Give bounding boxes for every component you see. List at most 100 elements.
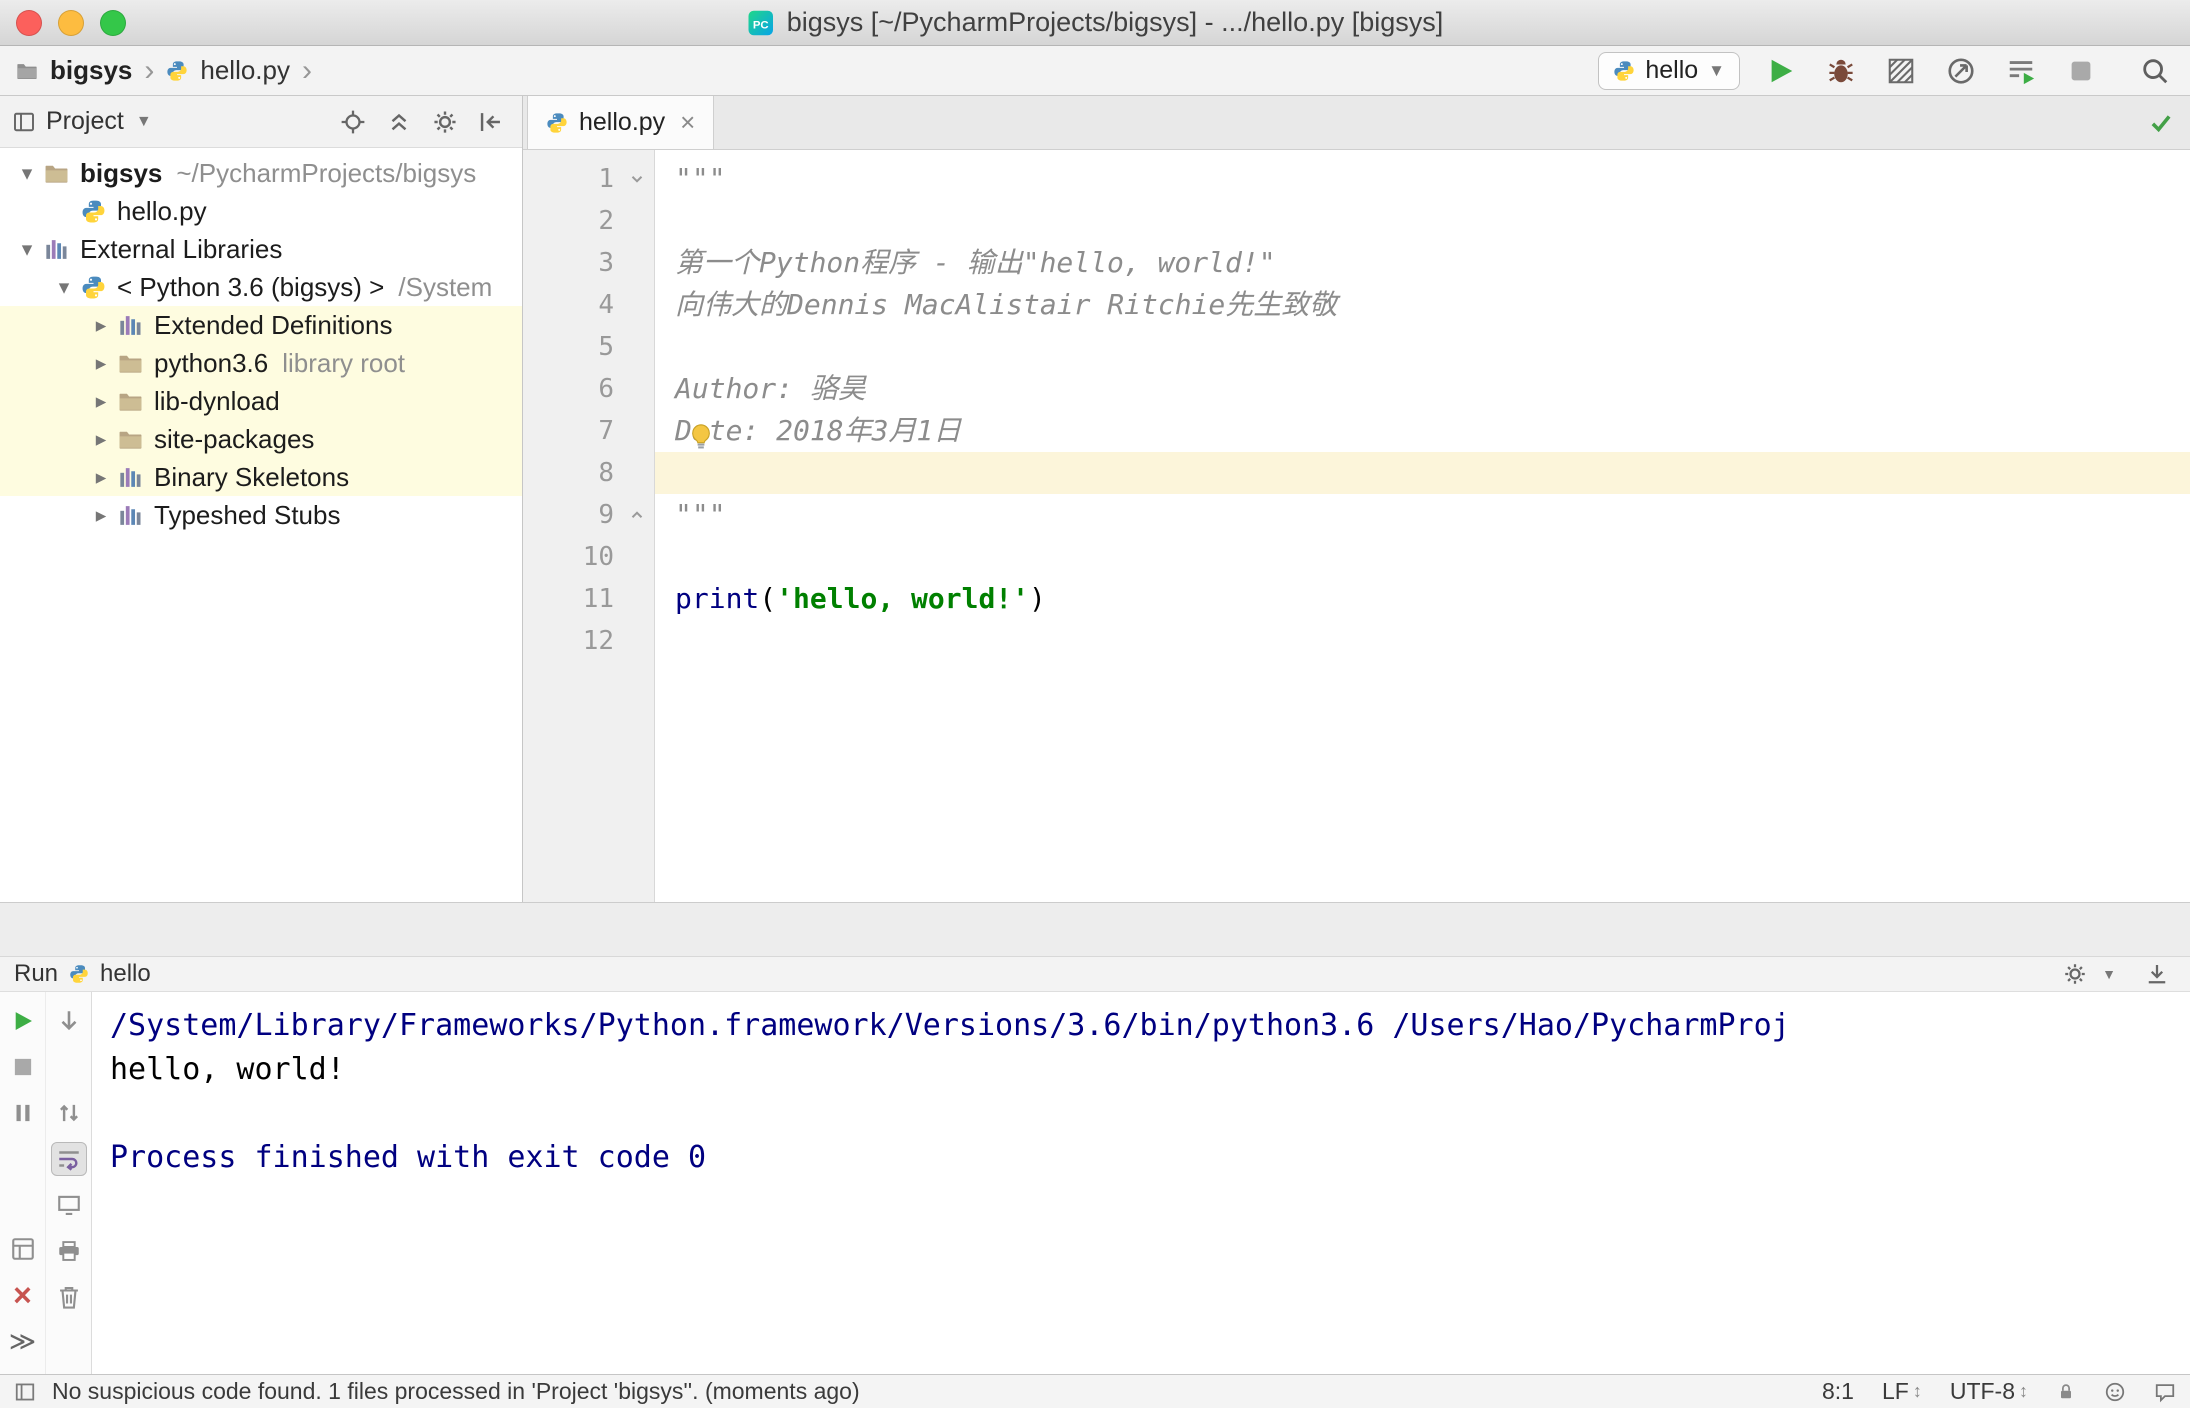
collapse-all-button[interactable]	[380, 103, 418, 141]
profiler-button[interactable]	[1942, 52, 1980, 90]
lock-icon[interactable]	[2056, 1382, 2076, 1402]
run-button[interactable]	[1762, 52, 1800, 90]
line-separator-indicator[interactable]: LF ↕	[1882, 1378, 1922, 1405]
stop-process-button[interactable]	[5, 1050, 41, 1084]
minimize-window-button[interactable]	[58, 9, 84, 36]
code-line-6[interactable]: Author: 骆昊	[655, 368, 2190, 410]
dock-panel-button[interactable]	[2138, 955, 2176, 993]
tree-item-python3-6[interactable]: ▸ python3.6 library root	[0, 344, 522, 382]
tab-label: hello.py	[579, 108, 666, 136]
line-number: 7	[598, 416, 614, 446]
tree-collapsed-arrow-icon[interactable]: ▸	[84, 427, 118, 452]
code-line-12[interactable]	[655, 620, 2190, 662]
folder-icon	[44, 161, 69, 186]
zoom-window-button[interactable]	[100, 9, 126, 36]
run-panel-header: Run hello ▼	[0, 956, 2190, 992]
python-icon	[1613, 60, 1635, 82]
tree-item-hello-py[interactable]: hello.py	[0, 192, 522, 230]
run-settings-button[interactable]	[2056, 955, 2094, 993]
breadcrumb-project[interactable]: bigsys	[50, 55, 132, 86]
run-with-console-button[interactable]	[2002, 52, 2040, 90]
scroll-down-icon	[56, 1008, 82, 1034]
editor-code[interactable]: """ 第一个Python程序 - 输出"hello, world!" 向伟大的De…	[655, 150, 2190, 902]
encoding-indicator[interactable]: UTF-8 ↕	[1950, 1378, 2028, 1405]
debug-button[interactable]	[1822, 52, 1860, 90]
stop-icon	[10, 1054, 36, 1080]
print-button[interactable]	[51, 1234, 87, 1268]
tree-item-lib-dynload[interactable]: ▸ lib-dynload	[0, 382, 522, 420]
tree-collapsed-arrow-icon[interactable]: ▸	[84, 313, 118, 338]
tree-item-bigsys[interactable]: ▾ bigsys ~/PycharmProjects/bigsys	[0, 154, 522, 192]
tree-collapsed-arrow-icon[interactable]: ▸	[84, 389, 118, 414]
intention-bulb-icon[interactable]	[686, 422, 716, 452]
console-output[interactable]: /System/Library/Frameworks/Python.framew…	[92, 992, 2190, 1374]
selector-arrows-icon: ↕	[1912, 1381, 1922, 1401]
code-line-2[interactable]	[655, 200, 2190, 242]
run-panel-title[interactable]: Run	[14, 960, 58, 988]
scroll-down-button[interactable]	[51, 1004, 87, 1038]
navigation-bar: bigsys › hello.py › hello ▼	[0, 46, 2190, 96]
coverage-icon	[1886, 56, 1916, 86]
project-panel-title[interactable]: Project	[46, 107, 124, 136]
project-settings-button[interactable]	[426, 103, 464, 141]
more-options-button[interactable]: ≫	[5, 1324, 41, 1358]
soft-wrap-button[interactable]	[50, 1142, 87, 1176]
code-line-10[interactable]	[655, 536, 2190, 578]
tree-item-binary-skeletons[interactable]: ▸ Binary Skeletons	[0, 458, 522, 496]
tab-hello-py[interactable]: hello.py ×	[527, 96, 715, 149]
folder-icon	[118, 427, 143, 452]
tree-item-python-3-6-bigsys[interactable]: ▾ < Python 3.6 (bigsys) > /System	[0, 268, 522, 306]
code-line-5[interactable]	[655, 326, 2190, 368]
breadcrumb-file[interactable]: hello.py	[200, 55, 290, 86]
tree-item-label: External Libraries	[80, 233, 283, 264]
tree-item-site-packages[interactable]: ▸ site-packages	[0, 420, 522, 458]
tree-expanded-arrow-icon[interactable]: ▾	[10, 237, 44, 262]
close-window-button[interactable]	[16, 9, 42, 36]
code-line-11[interactable]: print('hello, world!')	[655, 578, 2190, 620]
code-line-1[interactable]: """	[655, 158, 2190, 200]
pause-output-button[interactable]	[5, 1096, 41, 1130]
python-icon	[69, 964, 89, 984]
toolwindow-switcher-icon[interactable]	[14, 1381, 36, 1403]
locate-icon	[340, 109, 366, 135]
locate-file-button[interactable]	[334, 103, 372, 141]
tree-collapsed-arrow-icon[interactable]: ▸	[84, 465, 118, 490]
fold-marker-icon[interactable]	[620, 506, 654, 524]
tree-expanded-arrow-icon[interactable]: ▾	[10, 161, 44, 186]
run-toolbar: hello ▼	[1598, 51, 2174, 90]
code-line-7[interactable]: Date: 2018年3月1日	[655, 410, 2190, 452]
show-console-button[interactable]	[51, 1188, 87, 1222]
restore-layout-button[interactable]	[5, 1232, 41, 1266]
library-icon	[118, 503, 143, 528]
code-line-8[interactable]	[655, 452, 2190, 494]
search-everywhere-button[interactable]	[2136, 52, 2174, 90]
fold-marker-icon[interactable]	[620, 170, 654, 188]
soft-wrap-icon	[56, 1146, 82, 1172]
caret-position-indicator[interactable]: 8:1	[1822, 1378, 1854, 1405]
tree-item-typeshed-stubs[interactable]: ▸ Typeshed Stubs	[0, 496, 522, 534]
hector-inspector-icon[interactable]	[2104, 1381, 2126, 1403]
run-configuration-select[interactable]: hello ▼	[1598, 51, 1740, 90]
stop-button[interactable]	[2062, 52, 2100, 90]
hide-panel-button[interactable]	[472, 103, 510, 141]
tree-collapsed-arrow-icon[interactable]: ▸	[84, 503, 118, 528]
close-tab-icon[interactable]: ×	[680, 107, 695, 138]
tree-expanded-arrow-icon[interactable]: ▾	[47, 275, 81, 300]
code-line-9[interactable]: """	[655, 494, 2190, 536]
tree-item-external-libraries[interactable]: ▾ External Libraries	[0, 230, 522, 268]
event-log-icon[interactable]	[2154, 1381, 2176, 1403]
editor-body[interactable]: 1 2 3 4 5 6 7 8 9 10 11 12 """ 第一个Python程序 - 输出"hell…	[523, 150, 2190, 902]
code-line-4[interactable]: 向伟大的Dennis MacAlistair Ritchie先生致敬	[655, 284, 2190, 326]
coverage-button[interactable]	[1882, 52, 1920, 90]
rerun-button[interactable]	[5, 1004, 41, 1038]
tree-item-extended-definitions[interactable]: ▸ Extended Definitions	[0, 306, 522, 344]
line-number: 10	[582, 542, 614, 572]
code-line-3[interactable]: 第一个Python程序 - 输出"hello, world!"	[655, 242, 2190, 284]
navigate-frames-button[interactable]	[51, 1096, 87, 1130]
tree-collapsed-arrow-icon[interactable]: ▸	[84, 351, 118, 376]
clear-all-button[interactable]	[51, 1280, 87, 1314]
print-icon	[56, 1238, 82, 1264]
close-console-button[interactable]: ×	[5, 1278, 41, 1312]
library-icon	[118, 465, 143, 490]
